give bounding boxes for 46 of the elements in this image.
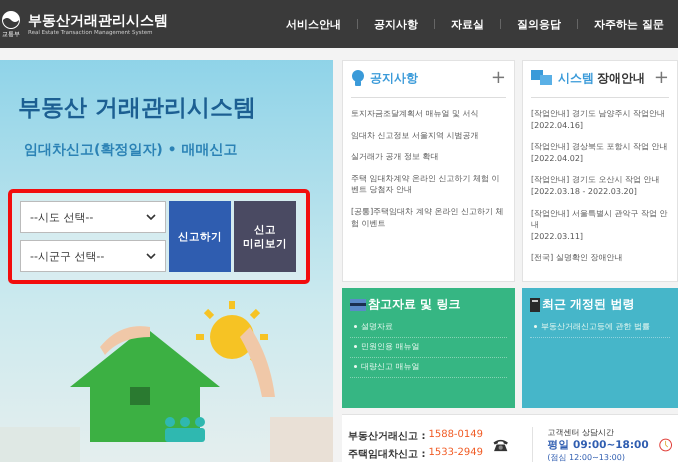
phone-number: 1533-2949 — [428, 447, 483, 460]
chevron-down-icon — [146, 214, 156, 220]
speech-bubbles-icon — [531, 70, 553, 86]
site-title[interactable]: 부동산거래관리시스템 — [28, 12, 168, 30]
phone-number: 1588-0149 — [428, 429, 483, 442]
dropdown[interactable]: --시도 선택-- — [20, 201, 166, 233]
notice-link[interactable]: 토지자금조달계획서 매뉴얼 및 서식 — [351, 108, 506, 120]
outage-link[interactable]: [작업안내] 경기도 남양주시 작업안내 [2022.04.16] — [531, 108, 669, 132]
report-button[interactable]: 신고하기 — [169, 201, 231, 272]
lunch-hours: (점심 12:00~13:00) — [547, 452, 626, 462]
outage-link[interactable]: [전국] 실명확인 장애안내 — [531, 252, 669, 264]
dropdown[interactable]: --시군구 선택-- — [20, 240, 166, 272]
card-title: 참고자료 및 링크 — [368, 296, 460, 313]
card-title: 최근 개정된 법령 — [542, 296, 634, 313]
more-button[interactable]: + — [490, 69, 506, 87]
report-button[interactable]: 신고 미리보기 — [234, 201, 296, 272]
business-hours: 평일 09:00~18:00 — [547, 438, 649, 452]
outage-link[interactable]: [작업안내] 경상북도 포항시 작업 안내 [2022.04.02] — [531, 141, 669, 164]
outage-link[interactable]: [작업안내] 서울특별시 관악구 작업 안내 [2022.03.11] — [531, 208, 669, 242]
bullet-icon — [534, 325, 537, 328]
hours-title: 고객센터 상담시간 — [547, 427, 615, 438]
card-icon — [350, 298, 366, 310]
chevron-down-icon — [146, 253, 156, 259]
notice-link[interactable]: 임대차 신고정보 서울지역 시범공개 — [351, 130, 506, 142]
notice-link[interactable]: [공통]주택임대차 계약 온라인 신고하기 체험 이벤트 — [351, 206, 506, 230]
notice-link[interactable]: 주택 임대차계약 온라인 신고하기 체험 이벤트 당첨자 안내 — [351, 172, 506, 196]
phone-label: 주택임대차신고 : — [348, 448, 426, 461]
lightbulb-icon — [351, 69, 365, 87]
outage-link[interactable]: [작업안내] 경기도 오산시 작업 안내 [2022.03.18 - 2022.03.20] — [531, 174, 669, 198]
hero-title: 부동산 거래관리시스템 — [18, 94, 258, 123]
nav-link[interactable]: 질의응답 — [517, 16, 562, 32]
bullet-icon — [354, 325, 357, 328]
card-title: 공지사항 — [370, 70, 418, 86]
phone-label: 부동산거래신고 : — [348, 430, 426, 443]
nav-link[interactable]: 서비스안내 — [286, 16, 342, 32]
more-button[interactable]: + — [654, 69, 669, 87]
hero-subtitle: 임대차신고(확정일자) • 매매신고 — [24, 141, 238, 159]
nav-link[interactable]: 공지사항 — [374, 16, 418, 32]
card-title: 장애안내 — [597, 70, 645, 86]
nav-link[interactable]: 자주하는 질문 — [594, 16, 664, 32]
card-title-accent: 시스템 — [558, 70, 594, 86]
nav-link[interactable]: 자료실 — [451, 16, 484, 32]
bullet-icon — [354, 365, 357, 368]
book-icon — [530, 298, 540, 312]
notice-link[interactable]: 실거래가 공개 정보 확대 — [351, 151, 506, 163]
bullet-icon — [354, 345, 357, 348]
